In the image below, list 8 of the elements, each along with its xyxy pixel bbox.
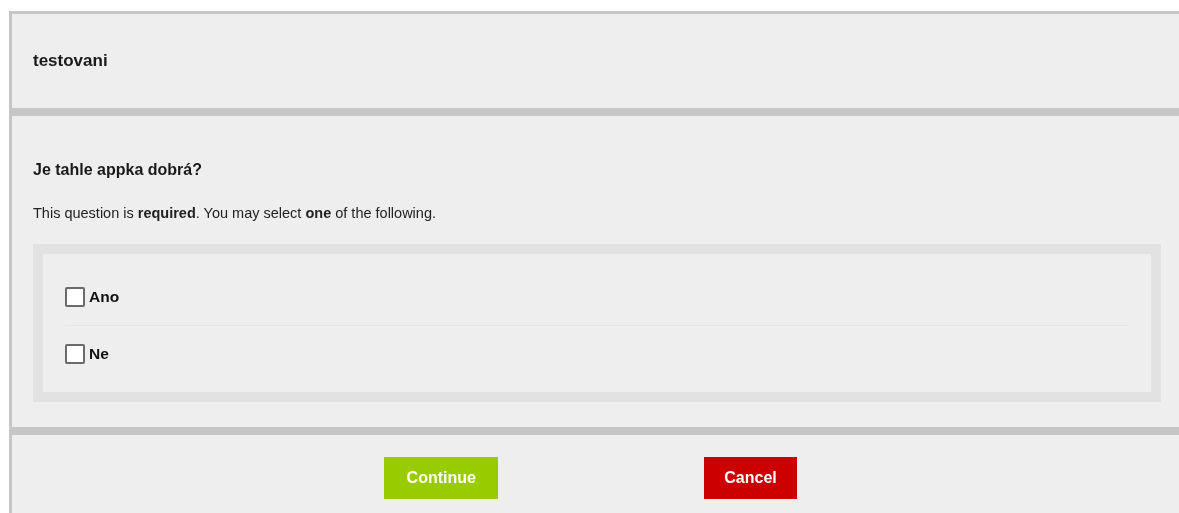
- checkbox[interactable]: [65, 287, 85, 307]
- question-title: Je tahle appka dobrá?: [33, 161, 203, 179]
- option-label[interactable]: Ano: [89, 288, 120, 306]
- cancel-button[interactable]: Cancel: [704, 457, 797, 499]
- checkbox[interactable]: [65, 344, 85, 364]
- question-instructions: This question is required. You may select one of the following.: [33, 205, 437, 221]
- option-label[interactable]: Ne: [89, 345, 109, 363]
- survey-title: testovani: [33, 51, 108, 71]
